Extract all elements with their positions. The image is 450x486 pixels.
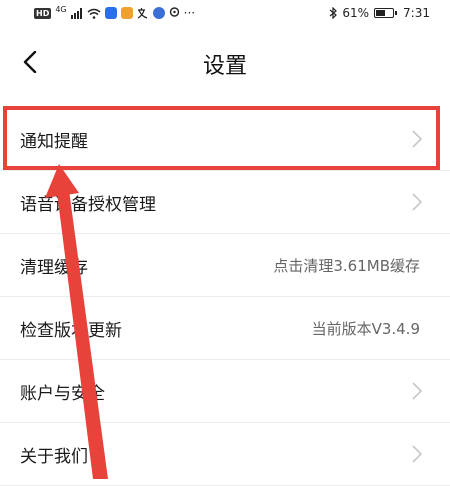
app-notification-blue-icon [104, 7, 117, 19]
status-bar-right: 61% 7:31 [329, 6, 430, 20]
chevron-right-icon [412, 193, 422, 211]
more-notifications: ··· [183, 6, 196, 20]
status-bar: HD 4G ··· 61% 7:31 [0, 0, 450, 32]
battery-percent: 61% [342, 6, 370, 20]
clock: 7:31 [403, 6, 430, 20]
cache-size-value: 点击清理3.61MB缓存 [273, 256, 420, 275]
chevron-right-icon [412, 382, 422, 400]
wifi-icon [87, 8, 101, 19]
bluetooth-icon [329, 7, 338, 19]
row-label: 账户与安全 [20, 383, 105, 404]
settings-row-check-update[interactable]: 检查版本更新 当前版本V3.4.9 [0, 297, 450, 360]
settings-row-account-security[interactable]: 账户与安全 [0, 360, 450, 423]
chevron-right-icon [412, 445, 422, 463]
translate-icon [137, 8, 147, 19]
settings-row-about-us[interactable]: 关于我们 [0, 423, 450, 486]
signal-icon [70, 7, 82, 19]
app-notification-round-icon [152, 7, 165, 19]
app-notification-orange-icon [120, 7, 133, 19]
row-label: 关于我们 [20, 446, 88, 467]
hd-badge: HD [34, 7, 52, 19]
row-label: 清理缓存 [20, 257, 88, 278]
status-bar-left: HD 4G ··· [34, 4, 196, 20]
settings-row-clear-cache[interactable]: 清理缓存 点击清理3.61MB缓存 [0, 234, 450, 297]
page-title: 设置 [202, 54, 247, 79]
settings-list: 通知提醒 语音设备授权管理 清理缓存 点击清理3.61MB缓存 检查版本更新 当… [0, 108, 450, 486]
battery-level [376, 10, 386, 16]
row-label: 语音设备授权管理 [20, 194, 156, 215]
network-type: 4G [55, 4, 67, 14]
row-label: 检查版本更新 [20, 320, 122, 341]
settings-row-voice-device-auth[interactable]: 语音设备授权管理 [0, 171, 450, 234]
row-label: 通知提醒 [20, 131, 88, 152]
nav-bar: 设置 [0, 32, 450, 96]
battery-icon [374, 8, 398, 18]
chevron-right-icon [412, 130, 422, 148]
location-icon [169, 7, 179, 17]
version-value: 当前版本V3.4.9 [311, 319, 420, 338]
settings-row-notifications[interactable]: 通知提醒 [0, 108, 450, 171]
